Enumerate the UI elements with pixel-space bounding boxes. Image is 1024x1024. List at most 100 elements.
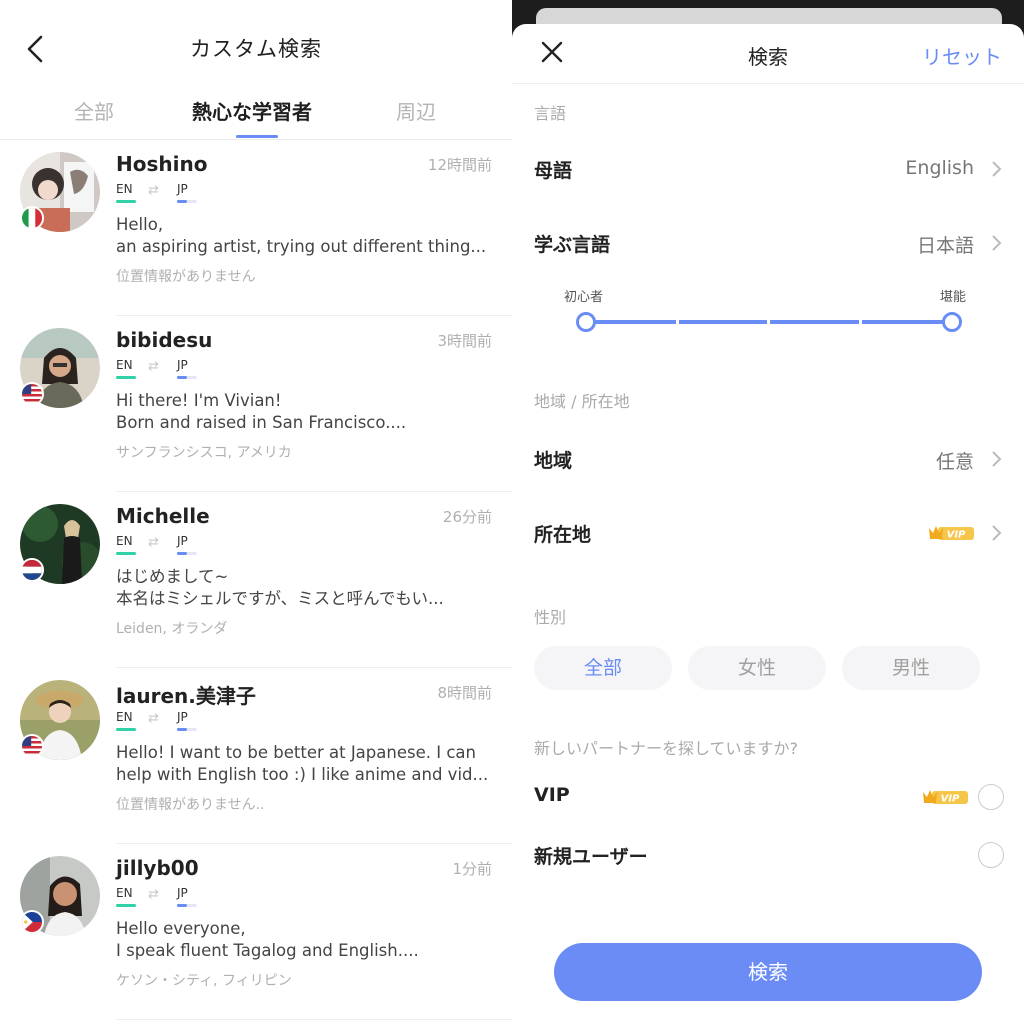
native-language: EN: [116, 358, 133, 372]
vip-filter-label: VIP: [534, 784, 570, 806]
learning-level-bar: [177, 376, 197, 379]
last-active-time: 26分前: [442, 508, 492, 526]
native-language-row[interactable]: 母語 English: [512, 146, 1024, 192]
learning-level-bar: [177, 200, 197, 203]
list-item[interactable]: Michelle 26分前 EN ⇄ JP はじめまして~ 本名はミシェルですが…: [0, 492, 512, 668]
user-name: jillyb00: [116, 856, 199, 880]
section-label-new-partner: 新しいパートナーを探していますか?: [534, 739, 799, 758]
filter-sheet: 検索 リセット 言語 母語 English 学ぶ言語 日本語 初心者 堪能 地域…: [512, 24, 1024, 1024]
user-name: Michelle: [116, 504, 210, 528]
user-location: Leiden, オランダ: [116, 621, 228, 637]
last-active-time: 1分前: [452, 860, 492, 878]
level-range-slider[interactable]: [576, 310, 962, 336]
section-label-gender: 性別: [534, 608, 567, 627]
list-item[interactable]: bibidesu 3時間前 EN ⇄ JP Hi there! I'm Vivi…: [0, 316, 512, 492]
chevron-right-icon: [992, 525, 1002, 541]
learning-language-row[interactable]: 学ぶ言語 日本語: [512, 220, 1024, 266]
list-item[interactable]: lauren.美津子 8時間前 EN ⇄ JP Hello! I want to…: [0, 668, 512, 844]
exchange-icon: ⇄: [148, 711, 159, 726]
slider-step-gap: [767, 319, 770, 325]
user-location: サンフランシスコ, アメリカ: [116, 445, 292, 461]
vip-crown-badge-icon: VIP: [923, 790, 968, 805]
level-low-label: 初心者: [564, 290, 604, 305]
native-language: EN: [116, 710, 133, 724]
chevron-right-icon: [992, 235, 1002, 251]
user-bio-line-2: I speak fluent Tagalog and English....: [116, 941, 419, 960]
learning-level-bar: [177, 728, 197, 731]
top-bar: カスタム検索: [0, 0, 512, 90]
active-tab-indicator: [236, 135, 278, 138]
native-language: EN: [116, 886, 133, 900]
learning-language: JP: [177, 358, 188, 372]
user-name: Hoshino: [116, 152, 208, 176]
chevron-right-icon: [992, 451, 1002, 467]
page-title: カスタム検索: [190, 37, 322, 61]
tab-eager-learners[interactable]: 熱心な学習者: [192, 96, 312, 125]
learning-language: JP: [177, 710, 188, 724]
learning-language-value: 日本語: [916, 235, 974, 257]
user-location: ケソン・シティ, フィリピン: [116, 973, 292, 989]
slider-step-gap: [676, 319, 679, 325]
slider-min-handle[interactable]: [576, 312, 596, 332]
user-name: bibidesu: [116, 328, 213, 352]
gender-selector: 全部 女性 男性: [534, 646, 1004, 690]
level-high-label: 堪能: [939, 290, 966, 305]
new-user-filter-row[interactable]: 新規ユーザー: [512, 832, 1024, 878]
native-language-value: English: [905, 157, 974, 179]
last-active-time: 8時間前: [437, 684, 492, 702]
tab-nearby[interactable]: 周辺: [396, 96, 436, 125]
slider-max-handle[interactable]: [942, 312, 962, 332]
new-user-filter-label: 新規ユーザー: [534, 846, 648, 868]
usa-flag-icon: [20, 734, 44, 758]
native-language: EN: [116, 182, 133, 196]
gender-option-male[interactable]: 男性: [842, 646, 980, 690]
learning-language: JP: [177, 182, 188, 196]
native-level-bar: [116, 728, 136, 731]
vip-crown-badge-icon: VIP: [929, 526, 974, 541]
learning-level-bar: [177, 552, 197, 555]
last-active-time: 3時間前: [437, 332, 492, 350]
search-filter-panel: 検索 リセット 言語 母語 English 学ぶ言語 日本語 初心者 堪能 地域…: [512, 0, 1024, 1024]
native-level-bar: [116, 552, 136, 555]
user-bio-line-2: help with English too :) I like anime an…: [116, 765, 489, 784]
exchange-icon: ⇄: [148, 887, 159, 902]
section-label-region: 地域 / 所在地: [534, 392, 630, 411]
section-label-language: 言語: [534, 104, 567, 123]
search-button[interactable]: 検索: [554, 943, 982, 1001]
learning-level-bar: [177, 904, 197, 907]
gender-option-all[interactable]: 全部: [534, 646, 672, 690]
region-row[interactable]: 地域 任意: [512, 436, 1024, 482]
svg-text:VIP: VIP: [941, 794, 960, 805]
user-location: 位置情報がありません..: [116, 797, 265, 813]
italy-flag-icon: [20, 206, 44, 230]
learning-language-label: 学ぶ言語: [534, 234, 611, 256]
chevron-right-icon: [992, 161, 1002, 177]
sheet-header: 検索 リセット: [512, 24, 1024, 84]
user-bio-line-2: an aspiring artist, trying out different…: [116, 237, 487, 256]
search-results-panel: カスタム検索 全部 熱心な学習者 周辺 Hoshino 12時間前 EN ⇄ J…: [0, 0, 512, 1024]
list-item[interactable]: jillyb00 1分前 EN ⇄ JP Hello everyone, I s…: [0, 844, 512, 1020]
native-language: EN: [116, 534, 133, 548]
native-level-bar: [116, 200, 136, 203]
gender-option-female[interactable]: 女性: [688, 646, 826, 690]
user-bio-line-1: Hi there! I'm Vivian!: [116, 391, 282, 410]
last-active-time: 12時間前: [427, 156, 492, 174]
native-level-bar: [116, 376, 136, 379]
new-user-radio[interactable]: [978, 842, 1004, 868]
user-bio-line-1: Hello everyone,: [116, 919, 246, 938]
region-label: 地域: [534, 450, 573, 472]
svg-text:VIP: VIP: [947, 530, 966, 541]
vip-filter-row[interactable]: VIP VIP: [512, 774, 1024, 820]
location-row[interactable]: 所在地 VIP: [512, 510, 1024, 556]
exchange-icon: ⇄: [148, 535, 159, 550]
slider-step-gap: [859, 319, 862, 325]
list-item[interactable]: Hoshino 12時間前 EN ⇄ JP Hello, an aspiring…: [0, 140, 512, 316]
reset-button[interactable]: リセット: [922, 41, 1002, 70]
user-bio-line-1: はじめまして~: [116, 567, 229, 586]
user-bio-line-1: Hello,: [116, 215, 164, 234]
native-level-bar: [116, 904, 136, 907]
vip-radio[interactable]: [978, 784, 1004, 810]
tab-all[interactable]: 全部: [74, 96, 114, 125]
native-language-label: 母語: [534, 160, 573, 182]
philippines-flag-icon: [20, 910, 44, 934]
